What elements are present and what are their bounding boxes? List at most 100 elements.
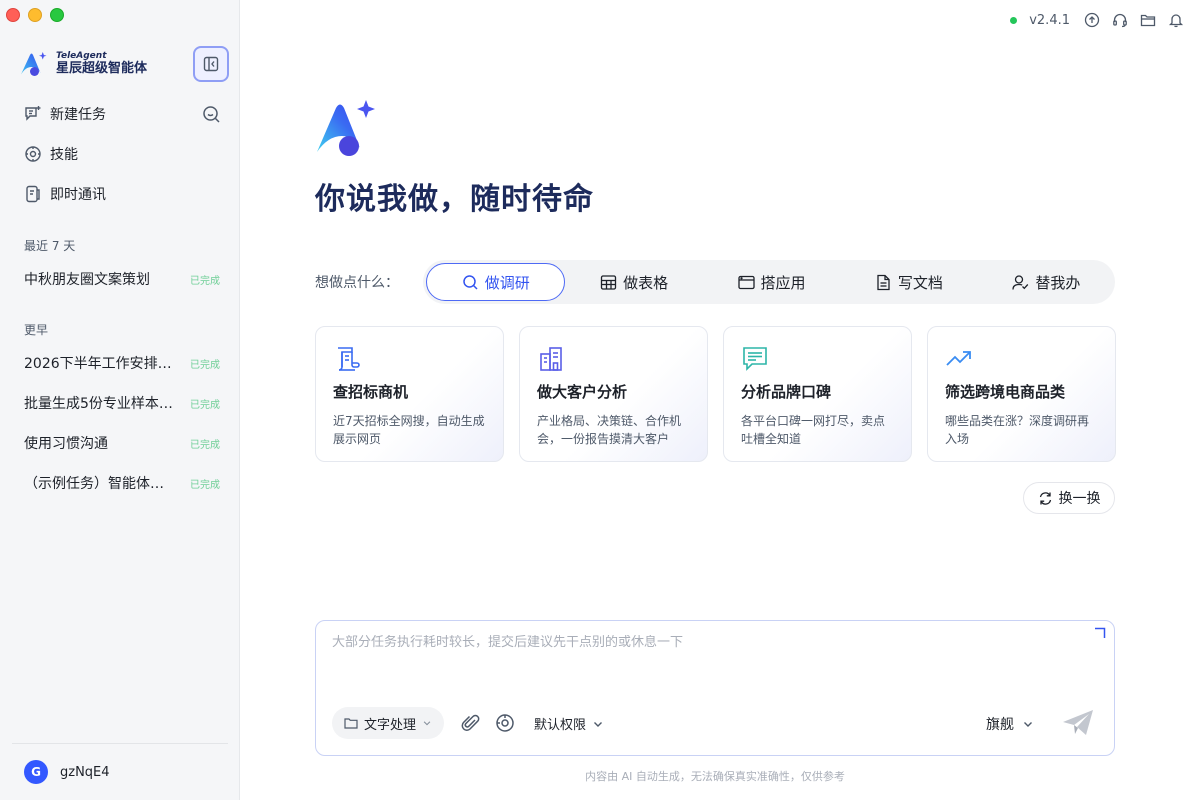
task-item[interactable]: （示例任务）智能体招聘方案 已完成 <box>24 473 220 493</box>
page-headline: 你说我做，随时待命 <box>315 182 594 217</box>
tabs-prompt-label: 想做点什么： <box>315 275 399 291</box>
tab-write-doc[interactable]: 写文档 <box>840 263 977 301</box>
send-icon <box>1063 710 1093 735</box>
mode-selector[interactable]: 文字处理 <box>332 707 445 739</box>
minimize-window-button[interactable] <box>28 8 42 22</box>
suggestion-cards: 查招标商机 近7天招标全网搜，自动生成展示网页 做大客户分析 产业格局、决策链、… <box>315 326 1116 462</box>
folder-icon[interactable] <box>1140 12 1156 28</box>
permission-selector[interactable]: 默认权限 <box>534 714 604 733</box>
nav-skills-label: 技能 <box>50 147 78 163</box>
task-status-badge: 已完成 <box>190 479 220 491</box>
search-icon[interactable] <box>201 104 221 124</box>
task-item[interactable]: 批量生成5份专业样本报告 已完成 <box>24 393 220 413</box>
close-window-button[interactable] <box>6 8 20 22</box>
folder-icon <box>344 718 358 729</box>
model-label: 旗舰 <box>986 717 1014 733</box>
chevron-down-icon <box>1024 722 1032 727</box>
upload-icon[interactable] <box>1084 12 1100 28</box>
permission-label: 默认权限 <box>534 718 587 733</box>
card-title: 做大客户分析 <box>537 383 628 401</box>
maximize-window-button[interactable] <box>50 8 64 22</box>
task-title: （示例任务）智能体招聘方案 <box>24 476 176 492</box>
brand-logo-icon <box>21 52 47 76</box>
ai-disclaimer: 内容由 AI 自动生成，无法确保真实准确性，仅供参考 <box>585 770 845 783</box>
building-icon <box>540 347 562 371</box>
card-description: 近7天招标全网搜，自动生成展示网页 <box>333 414 485 446</box>
card-description: 产业格局、决策链、合作机会，一份报告摸清大客户 <box>537 414 682 446</box>
nav-new-task[interactable]: 新建任务 <box>24 104 106 124</box>
skills-icon <box>25 146 41 162</box>
task-item[interactable]: 中秋朋友圈文案策划 已完成 <box>24 269 220 289</box>
hero-logo-icon <box>317 100 375 156</box>
trend-up-icon <box>946 351 971 366</box>
avatar: G <box>24 760 48 784</box>
user-profile[interactable]: G gzNqE4 <box>24 760 110 784</box>
tab-research[interactable]: 做调研 <box>426 263 566 301</box>
task-status-badge: 已完成 <box>190 275 220 287</box>
brand-name-cn: 星辰超级智能体 <box>56 60 148 76</box>
online-status-dot <box>1010 16 1018 24</box>
task-title: 中秋朋友圈文案策划 <box>24 272 150 288</box>
username: gzNqE4 <box>60 764 110 780</box>
sidebar-divider <box>12 743 228 744</box>
nav-new-task-label: 新建任务 <box>50 107 106 123</box>
messaging-icon <box>26 185 40 203</box>
tab-build-app[interactable]: 搭应用 <box>703 263 840 301</box>
task-input[interactable] <box>332 635 1072 650</box>
task-category-tabs: 做调研 做表格 搭应用 写文档 替我办 <box>423 260 1115 304</box>
task-item[interactable]: 使用习惯沟通 已完成 <box>24 433 220 453</box>
task-status-badge: 已完成 <box>190 399 220 411</box>
task-status-badge: 已完成 <box>190 359 220 371</box>
sidebar: TeleAgent 星辰超级智能体 新建任务 技能 即时通讯 最近 7 天 中秋… <box>0 0 240 800</box>
tab-spreadsheet[interactable]: 做表格 <box>565 263 702 301</box>
nav-messaging-label: 即时通讯 <box>50 187 106 203</box>
search-icon <box>462 274 478 290</box>
collapse-sidebar-button[interactable] <box>193 46 229 82</box>
refresh-suggestions-button[interactable]: 换一换 <box>1023 482 1115 514</box>
new-task-icon <box>25 106 41 121</box>
tab-do-for-me-label: 替我办 <box>1035 273 1081 292</box>
task-status-badge: 已完成 <box>190 439 220 451</box>
brand: TeleAgent 星辰超级智能体 <box>18 50 147 78</box>
skills-icon[interactable] <box>495 713 515 733</box>
model-selector[interactable]: 旗舰 <box>986 714 1034 734</box>
task-item[interactable]: 2026下半年工作安排计划 已完成 <box>24 353 220 373</box>
table-icon <box>600 274 617 290</box>
task-composer: 文字处理 默认权限 旗舰 <box>315 620 1115 756</box>
card-title: 查招标商机 <box>333 383 409 401</box>
nav-skills[interactable]: 技能 <box>24 144 78 164</box>
card-title: 分析品牌口碑 <box>741 383 832 401</box>
chevron-down-icon <box>594 721 603 727</box>
sidebar-toggle-icon <box>203 56 219 72</box>
section-recent-7-days: 最近 7 天 <box>24 239 76 253</box>
task-title: 2026下半年工作安排计划 <box>24 356 176 372</box>
expand-icon[interactable] <box>1094 627 1106 639</box>
bell-icon[interactable] <box>1168 12 1184 28</box>
suggestion-card-cross-border[interactable]: 筛选跨境电商品类 哪些品类在涨？深度调研再入场 <box>927 326 1116 462</box>
suggestion-card-bidding[interactable]: 查招标商机 近7天招标全网搜，自动生成展示网页 <box>315 326 504 462</box>
topbar: v2.4.1 <box>1010 10 1184 30</box>
task-category-bar: 想做点什么： 做调研 做表格 搭应用 写文档 替我办 <box>315 260 1115 304</box>
tab-spreadsheet-label: 做表格 <box>623 273 669 292</box>
headset-icon[interactable] <box>1112 12 1128 28</box>
suggestion-card-brand-reputation[interactable]: 分析品牌口碑 各平台口碑一网打尽，卖点吐槽全知道 <box>723 326 912 462</box>
suggestion-card-key-account[interactable]: 做大客户分析 产业格局、决策链、合作机会，一份报告摸清大客户 <box>519 326 708 462</box>
card-description: 各平台口碑一网打尽，卖点吐槽全知道 <box>741 414 886 446</box>
window-controls <box>6 8 64 22</box>
tab-research-label: 做调研 <box>484 273 530 292</box>
document-icon <box>877 274 890 290</box>
task-title: 使用习惯沟通 <box>24 436 108 452</box>
chat-icon <box>743 347 767 371</box>
tab-do-for-me[interactable]: 替我办 <box>978 263 1115 301</box>
card-title: 筛选跨境电商品类 <box>945 383 1066 401</box>
user-check-icon <box>1012 274 1029 290</box>
send-button[interactable] <box>1060 707 1096 739</box>
attachment-icon[interactable] <box>461 713 481 733</box>
tab-write-doc-label: 写文档 <box>897 273 943 292</box>
task-title: 批量生成5份专业样本报告 <box>24 396 176 412</box>
card-description: 哪些品类在涨？深度调研再入场 <box>945 414 1090 446</box>
nav-messaging[interactable]: 即时通讯 <box>24 184 106 204</box>
tab-build-app-label: 搭应用 <box>760 273 806 292</box>
version-label: v2.4.1 <box>1029 12 1070 28</box>
chevron-down-icon <box>423 721 431 726</box>
